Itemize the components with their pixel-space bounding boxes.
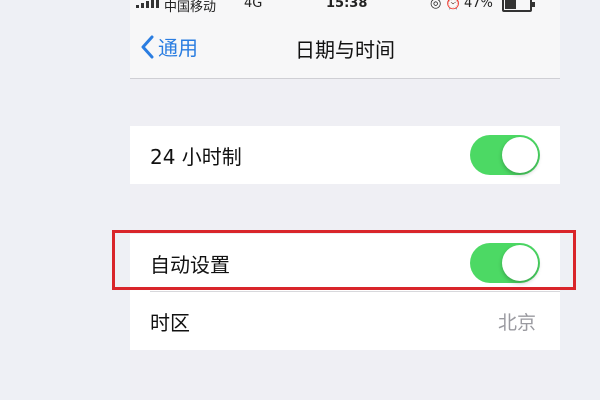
carrier-name: 中国移动 [164,0,217,15]
toggle-knob [502,137,538,173]
navigation-bar: 通用 日期与时间 [130,18,560,79]
24-hour-toggle[interactable] [470,135,540,175]
page: 中国移动 4G 15:38 ◎⏰ 47% 通用 日期与时间 24 小时制 自动设… [0,0,600,400]
time-zone-value: 北京 [497,311,536,334]
network-type: 4G [244,0,263,11]
setting-label: 24 小时制 [150,144,242,169]
battery-icon [502,0,535,12]
location-icon: ◎ [430,0,446,11]
settings-group-time-format: 24 小时制 [130,126,560,184]
signal-strength-icon [136,0,159,8]
page-title: 日期与时间 [295,38,395,62]
battery-percent: 47% [464,0,493,11]
setting-row-auto-set: 自动设置 [130,234,560,292]
status-bar: 中国移动 4G 15:38 ◎⏰ 47% [130,0,560,18]
setting-row-24-hour: 24 小时制 [130,126,560,184]
status-time: 15:38 [326,0,368,11]
phone-screen: 中国移动 4G 15:38 ◎⏰ 47% 通用 日期与时间 24 小时制 自动设… [130,0,560,400]
status-icons: ◎⏰ [430,0,466,11]
alarm-icon: ⏰ [445,0,466,11]
settings-group-auto: 自动设置 时区 北京 [130,234,560,350]
auto-set-toggle[interactable] [470,243,540,283]
toggle-knob [502,245,538,281]
setting-label: 自动设置 [150,252,230,277]
setting-row-time-zone[interactable]: 时区 北京 [130,292,560,350]
setting-label: 时区 [150,310,190,335]
